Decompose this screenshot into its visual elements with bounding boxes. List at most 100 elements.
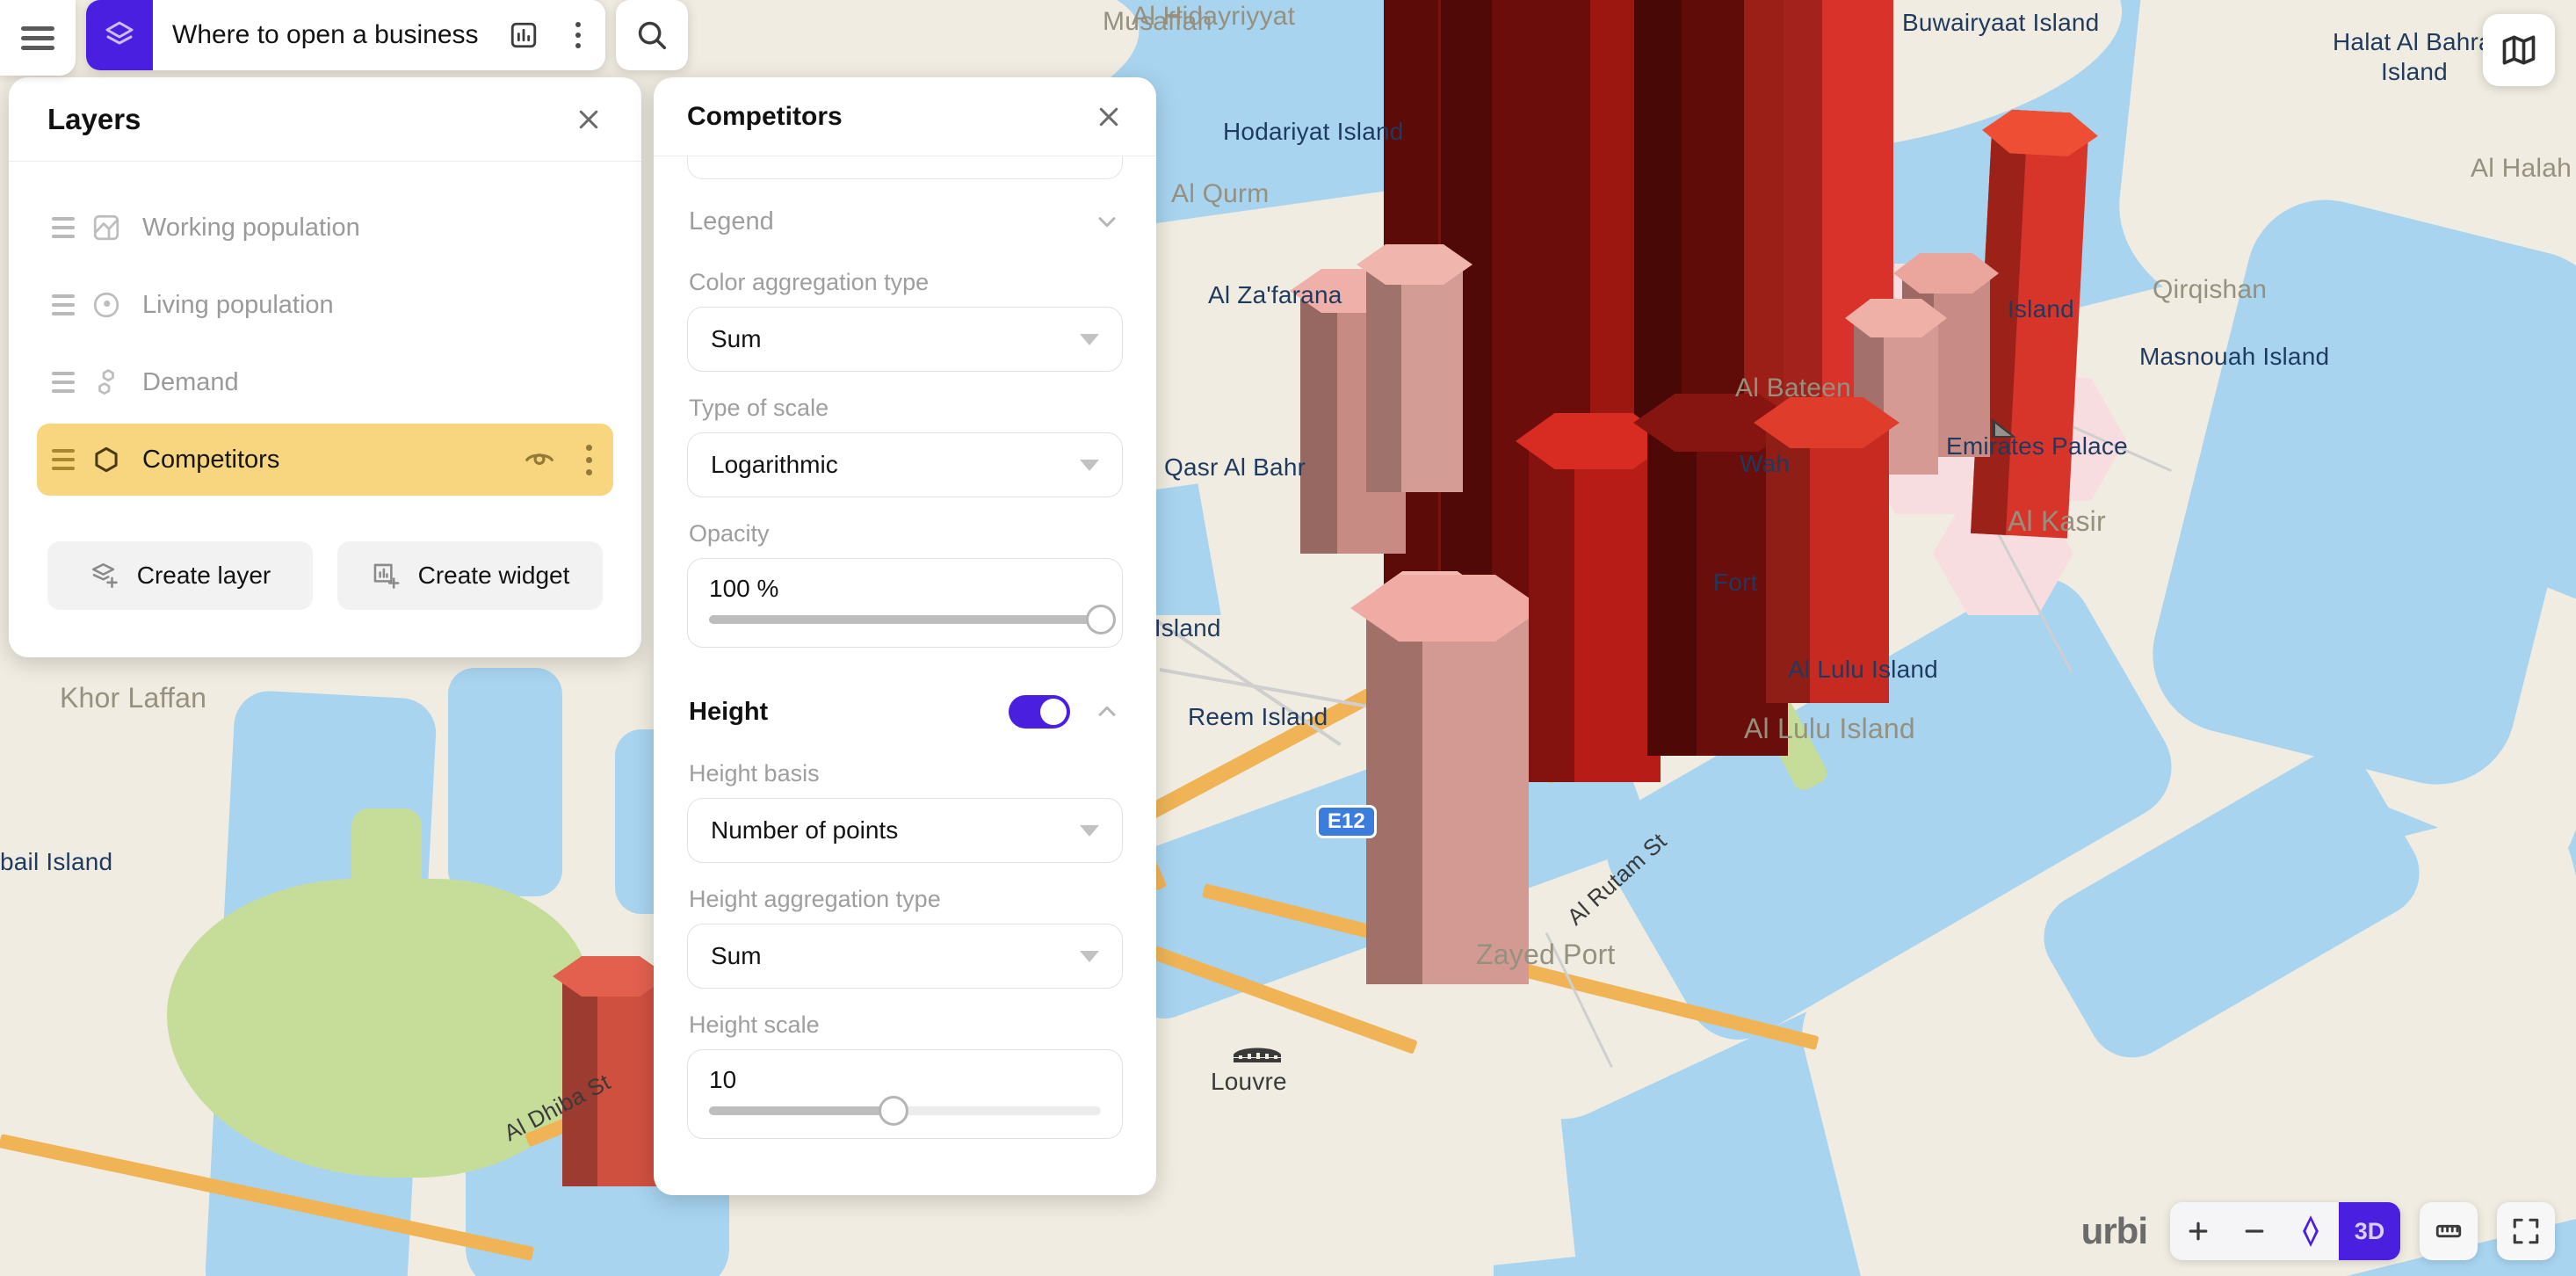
map-label: Reem Island [1188,703,1328,730]
map-label: Al Za'farana [1208,281,1342,308]
drag-handle-icon[interactable] [47,217,79,238]
map-label: Island [2008,295,2074,323]
chevron-up-icon[interactable] [1091,696,1123,728]
legend-label: Legend [689,207,774,236]
hexbin-column [1516,413,1672,782]
create-layer-button[interactable]: Create layer [47,541,313,610]
map-label: Al Hidayriyyat [1132,2,1296,31]
height-scale-slider-box[interactable]: 10 [687,1049,1123,1139]
height-aggregation-label: Height aggregation type [689,886,941,912]
search-icon [638,21,666,49]
map-label: Island [2381,58,2448,85]
circle-dot-icon [79,289,134,321]
water-body [448,668,562,896]
opacity-label: Opacity [689,520,770,547]
ruler-icon [2435,1224,2462,1238]
map-label: Masnouah Island [2139,343,2330,370]
sidebar-item-label: Competitors [142,445,280,474]
close-icon[interactable] [571,102,606,137]
sidebar-item-working-population[interactable]: Working population [37,192,613,264]
chevron-down-icon[interactable] [1091,206,1123,237]
create-widget-button[interactable]: Create widget [337,541,603,610]
height-scale-slider-knob[interactable] [878,1096,908,1126]
height-scale-label: Height scale [689,1011,820,1038]
measure-button[interactable] [2420,1202,2478,1260]
sidebar-item-label: Working population [142,213,360,242]
toggle-knob [1040,699,1067,725]
fullscreen-icon [2513,1218,2539,1244]
caret-down-icon [1080,333,1099,345]
museum-icon [1234,1048,1281,1062]
map-label: Al Kasir [2008,505,2106,537]
competitors-panel-body[interactable]: Legend Color aggregation type Sum Type o… [654,156,1156,1195]
urbi-layers-logo-icon[interactable] [86,0,153,70]
map-label: Al Qurm [1171,179,1270,208]
type-of-scale-select[interactable]: Logarithmic [687,432,1123,497]
sidebar-item-living-population[interactable]: Living population [37,269,613,341]
scrolled-field-top [687,156,1123,179]
height-scale-slider-fill [709,1106,894,1115]
page-title[interactable]: Where to open a business [153,20,496,50]
map-label: Al Lulu Island [1788,656,1938,683]
opacity-slider-knob[interactable] [1086,605,1116,634]
opacity-slider-fill [709,615,1101,624]
zoom-in-button[interactable] [2170,1202,2226,1260]
height-toggle[interactable] [1009,695,1070,729]
map-label: Qirqishan [2153,275,2268,304]
height-scale-slider-track[interactable] [709,1096,1101,1126]
caret-down-icon [1080,459,1099,471]
compass-button[interactable] [2283,1202,2339,1260]
document-title-bar: Where to open a business [86,0,605,70]
sidebar-item-demand[interactable]: Demand [37,346,613,418]
height-section-label: Height [689,697,769,726]
map-label: Al Halah Is [2471,154,2576,183]
legend-section-header[interactable]: Legend [684,179,1126,246]
drag-handle-icon[interactable] [47,372,79,393]
map-label: Al Lulu Island [1744,713,1915,744]
hamburger-menu-button[interactable] [0,0,76,76]
opacity-value[interactable]: 100 % [709,575,1101,615]
close-icon[interactable] [1091,99,1126,134]
height-section-header[interactable]: Height [684,648,1126,737]
park-area [351,808,422,984]
add-widget-icon [373,563,400,589]
toggle-3d-button[interactable]: 3D [2339,1202,2400,1260]
competitors-panel-header: Competitors [654,77,1156,156]
type-of-scale-value: Logarithmic [711,451,838,478]
urbi-brand-label: urbi [2080,1210,2148,1251]
competitors-settings-panel: Competitors Legend Color aggregation typ… [654,77,1156,1195]
drag-handle-icon[interactable] [47,294,79,315]
zoom-out-button[interactable] [2226,1202,2283,1260]
basemap-style-button[interactable] [2483,14,2555,86]
sidebar-item-label: Living population [142,290,334,319]
sidebar-item-competitors[interactable]: Competitors [37,424,613,496]
map-label: Fort [1713,569,1758,596]
kebab-menu-icon[interactable] [586,444,592,475]
two-hexagons-icon [79,366,134,398]
minus-icon [2245,1229,2264,1233]
eye-icon[interactable] [523,441,556,479]
kebab-menu-icon[interactable] [551,0,605,70]
fullscreen-button[interactable] [2497,1202,2555,1260]
layer-row-actions [523,441,597,479]
opacity-slider-track[interactable] [709,605,1116,634]
opacity-slider-box[interactable]: 100 % [687,558,1123,648]
drag-handle-icon[interactable] [47,449,79,470]
height-aggregation-value: Sum [711,942,762,969]
layers-panel-header: Layers [9,77,641,162]
map-label: Khor Laffan [60,682,207,714]
search-button[interactable] [615,0,688,70]
height-basis-select[interactable]: Number of points [687,798,1123,863]
map-label: Zayed Port [1476,939,1616,970]
height-aggregation-select[interactable]: Sum [687,924,1123,989]
bar-chart-icon[interactable] [496,0,551,70]
map-controls: urbi 3D [2081,1202,2555,1260]
add-layer-icon [91,562,118,589]
color-aggregation-select[interactable]: Sum [687,307,1123,372]
top-toolbar: Where to open a business [0,0,688,76]
hexbin-column [1350,575,1544,984]
map-label: Al Bateen [1735,373,1851,402]
create-widget-label: Create widget [417,562,570,589]
compass-needle-icon [2303,1215,2319,1247]
color-aggregation-label: Color aggregation type [689,269,930,295]
